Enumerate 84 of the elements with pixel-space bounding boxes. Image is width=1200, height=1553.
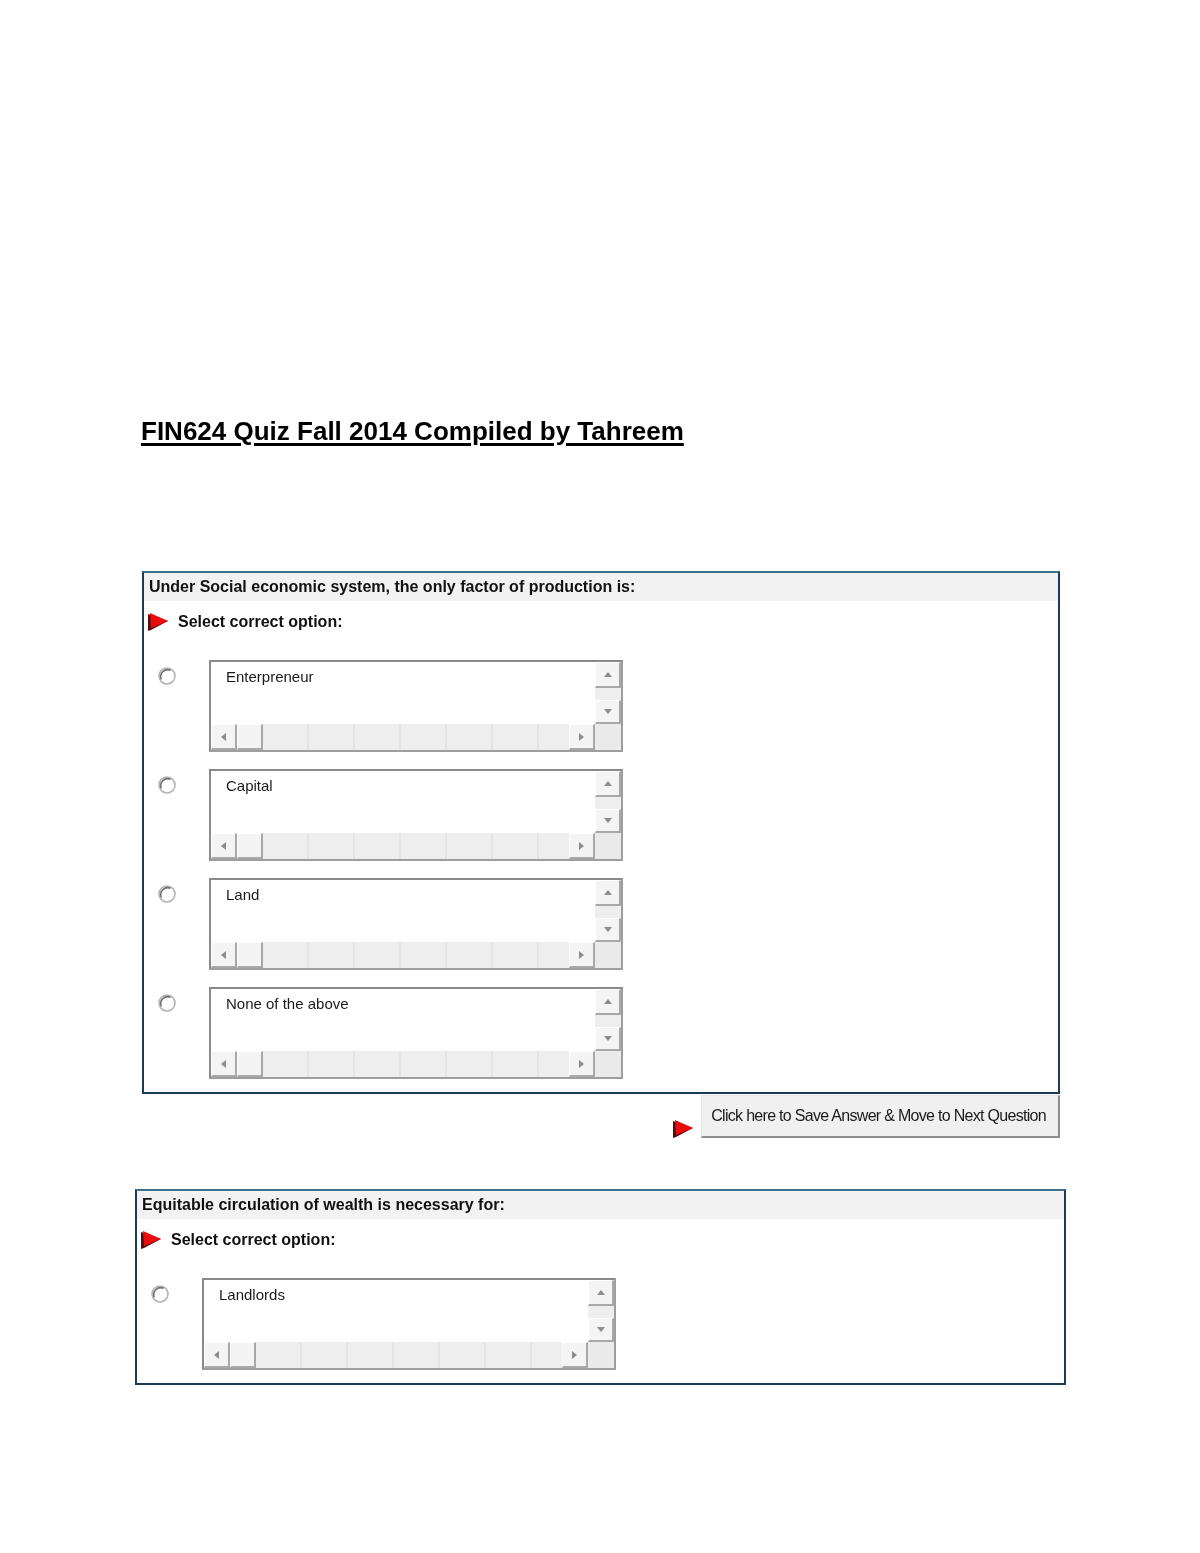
- option-text: Enterpreneur: [225, 667, 314, 686]
- scroll-up-button[interactable]: [588, 1280, 614, 1306]
- answer-text-area[interactable]: Land: [209, 878, 623, 970]
- scrollbar-thumb[interactable]: [237, 724, 263, 750]
- down-arrow-icon: [602, 708, 613, 715]
- scroll-right-button[interactable]: [562, 1342, 588, 1368]
- scroll-right-button[interactable]: [569, 942, 595, 968]
- down-arrow-icon: [602, 1035, 613, 1042]
- radio-button[interactable]: [158, 994, 176, 1012]
- right-arrow-icon: [578, 731, 585, 742]
- right-arrow-icon: [571, 1349, 578, 1360]
- scroll-up-button[interactable]: [595, 662, 621, 688]
- vertical-scrollbar[interactable]: [595, 989, 621, 1051]
- up-arrow-icon: [602, 780, 613, 787]
- scroll-up-button[interactable]: [595, 989, 621, 1015]
- horizontal-scrollbar[interactable]: [211, 942, 595, 968]
- scroll-up-button[interactable]: [595, 880, 621, 906]
- scrollbar-corner: [595, 1051, 621, 1077]
- question-prompt: Under Social economic system, the only factor of production is:: [144, 573, 1058, 601]
- scroll-down-button[interactable]: [595, 809, 621, 833]
- scrollbar-corner: [595, 724, 621, 750]
- page-title: FIN624 Quiz Fall 2014 Compiled by Tahreem: [141, 416, 684, 446]
- option-text: Landlords: [218, 1285, 285, 1304]
- scroll-left-button[interactable]: [204, 1342, 230, 1368]
- up-arrow-icon: [602, 671, 613, 678]
- scroll-right-button[interactable]: [569, 833, 595, 859]
- flag-icon: [141, 1231, 161, 1249]
- scroll-down-button[interactable]: [588, 1318, 614, 1342]
- scroll-up-button[interactable]: [595, 771, 621, 797]
- save-answer-button[interactable]: Click here to Save Answer & Move to Next Question: [701, 1095, 1060, 1138]
- down-arrow-icon: [595, 1326, 606, 1333]
- scroll-down-button[interactable]: [595, 1027, 621, 1051]
- scroll-left-button[interactable]: [211, 1051, 237, 1077]
- up-arrow-icon: [602, 889, 613, 896]
- scrollbar-corner: [595, 833, 621, 859]
- question-prompt: Equitable circulation of wealth is necessary for:: [137, 1191, 1064, 1219]
- scrollbar-thumb[interactable]: [237, 942, 263, 968]
- scroll-left-button[interactable]: [211, 942, 237, 968]
- flag-icon: [673, 1120, 694, 1138]
- answer-text-area[interactable]: Enterpreneur: [209, 660, 623, 752]
- right-arrow-icon: [578, 1058, 585, 1069]
- right-arrow-icon: [578, 840, 585, 851]
- instruction-text: Select correct option:: [171, 1230, 336, 1250]
- scrollbar-corner: [588, 1342, 614, 1368]
- answer-text-area[interactable]: None of the above: [209, 987, 623, 1079]
- vertical-scrollbar[interactable]: [595, 771, 621, 833]
- scrollbar-corner: [595, 942, 621, 968]
- left-arrow-icon: [220, 840, 227, 851]
- vertical-scrollbar[interactable]: [588, 1280, 614, 1342]
- scroll-down-button[interactable]: [595, 918, 621, 942]
- scroll-right-button[interactable]: [569, 1051, 595, 1077]
- radio-button[interactable]: [158, 885, 176, 903]
- horizontal-scrollbar[interactable]: [211, 833, 595, 859]
- instruction-text: Select correct option:: [178, 612, 343, 632]
- up-arrow-icon: [602, 998, 613, 1005]
- radio-button[interactable]: [151, 1285, 169, 1303]
- right-arrow-icon: [578, 949, 585, 960]
- left-arrow-icon: [220, 731, 227, 742]
- answer-text-area[interactable]: Capital: [209, 769, 623, 861]
- vertical-scrollbar[interactable]: [595, 880, 621, 942]
- scroll-left-button[interactable]: [211, 833, 237, 859]
- horizontal-scrollbar[interactable]: [211, 724, 595, 750]
- option-text: Land: [225, 885, 260, 904]
- vertical-scrollbar[interactable]: [595, 662, 621, 724]
- radio-button[interactable]: [158, 667, 176, 685]
- up-arrow-icon: [595, 1289, 606, 1296]
- scroll-right-button[interactable]: [569, 724, 595, 750]
- option-text: Capital: [225, 776, 273, 795]
- down-arrow-icon: [602, 817, 613, 824]
- scroll-down-button[interactable]: [595, 700, 621, 724]
- horizontal-scrollbar[interactable]: [211, 1051, 595, 1077]
- left-arrow-icon: [220, 949, 227, 960]
- scrollbar-thumb[interactable]: [237, 1051, 263, 1077]
- down-arrow-icon: [602, 926, 613, 933]
- answer-text-area[interactable]: Landlords: [202, 1278, 616, 1370]
- scrollbar-thumb[interactable]: [237, 833, 263, 859]
- left-arrow-icon: [220, 1058, 227, 1069]
- flag-icon: [148, 613, 168, 631]
- scroll-left-button[interactable]: [211, 724, 237, 750]
- scrollbar-thumb[interactable]: [230, 1342, 256, 1368]
- left-arrow-icon: [213, 1349, 220, 1360]
- horizontal-scrollbar[interactable]: [204, 1342, 588, 1368]
- option-text: None of the above: [225, 994, 349, 1013]
- radio-button[interactable]: [158, 776, 176, 794]
